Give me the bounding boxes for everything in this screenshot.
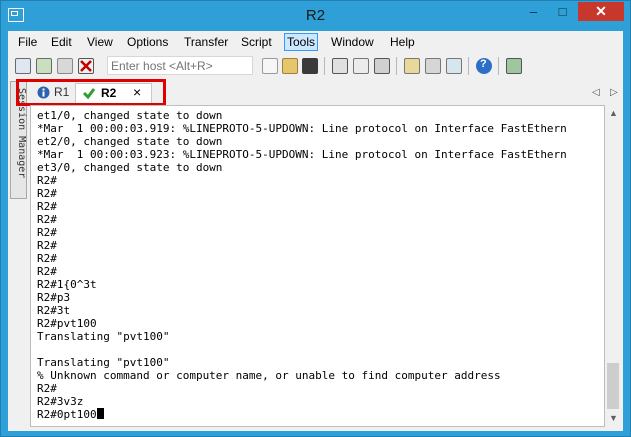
menu-window[interactable]: Window xyxy=(329,34,376,50)
menu-options[interactable]: Options xyxy=(125,34,170,50)
toolbar: ? xyxy=(8,53,623,79)
toolbar-separator xyxy=(468,57,469,75)
toolbar-separator xyxy=(498,57,499,75)
highlight-box xyxy=(16,79,166,106)
keymap-icon[interactable] xyxy=(506,58,522,74)
menu-file[interactable]: File xyxy=(16,34,39,50)
reconnect-icon[interactable] xyxy=(57,58,73,74)
menu-tools[interactable]: Tools xyxy=(284,33,319,51)
menu-edit[interactable]: Edit xyxy=(49,34,74,50)
help-icon[interactable]: ? xyxy=(476,58,492,74)
vertical-scrollbar[interactable]: ▲ ▼ xyxy=(605,105,622,427)
toolbar-separator xyxy=(324,57,325,75)
tab-scroll-right-icon[interactable]: ▷ xyxy=(610,87,618,98)
disconnect-icon[interactable] xyxy=(78,58,94,74)
print-icon[interactable] xyxy=(332,58,348,74)
minimize-button[interactable]: – xyxy=(520,2,547,21)
tab-scroll-left-icon[interactable]: ◁ xyxy=(592,87,600,98)
print-selection-icon[interactable] xyxy=(353,58,369,74)
toolbar-separator xyxy=(396,57,397,75)
client-area: File Edit View Options Transfer Script T… xyxy=(8,31,623,431)
terminal-text: et1/0, changed state to down *Mar 1 00:0… xyxy=(37,109,567,408)
terminal-output: et1/0, changed state to down *Mar 1 00:0… xyxy=(37,109,567,421)
printer-icon[interactable] xyxy=(374,58,390,74)
menu-bar: File Edit View Options Transfer Script T… xyxy=(8,31,623,53)
close-button[interactable]: ✕ xyxy=(578,2,624,21)
copy-icon[interactable] xyxy=(262,58,278,74)
quick-connect-icon[interactable] xyxy=(36,58,52,74)
find-icon[interactable] xyxy=(302,58,318,74)
title-bar[interactable]: R2 – □ ✕ xyxy=(1,1,630,31)
terminal-input-line: R2#0pt100 xyxy=(37,408,97,421)
menu-transfer[interactable]: Transfer xyxy=(182,34,230,50)
settings-icon[interactable] xyxy=(404,58,420,74)
menu-view[interactable]: View xyxy=(85,34,115,50)
menu-help[interactable]: Help xyxy=(388,34,417,50)
maximize-button[interactable]: □ xyxy=(549,2,576,21)
app-window: R2 – □ ✕ File Edit View Options Transfer… xyxy=(0,0,631,437)
sftp-icon[interactable] xyxy=(446,58,462,74)
paste-icon[interactable] xyxy=(282,58,298,74)
scroll-down-icon[interactable]: ▼ xyxy=(605,410,622,427)
terminal-cursor xyxy=(96,408,104,419)
scroll-up-icon[interactable]: ▲ xyxy=(605,105,622,122)
connect-icon[interactable] xyxy=(15,58,31,74)
session-manager-strip: Session Manager xyxy=(8,79,30,431)
scroll-thumb[interactable] xyxy=(607,363,619,409)
enter-host-input[interactable] xyxy=(107,56,253,75)
terminal-view[interactable]: et1/0, changed state to down *Mar 1 00:0… xyxy=(30,105,605,427)
menu-script[interactable]: Script xyxy=(239,34,274,50)
global-options-icon[interactable] xyxy=(425,58,441,74)
